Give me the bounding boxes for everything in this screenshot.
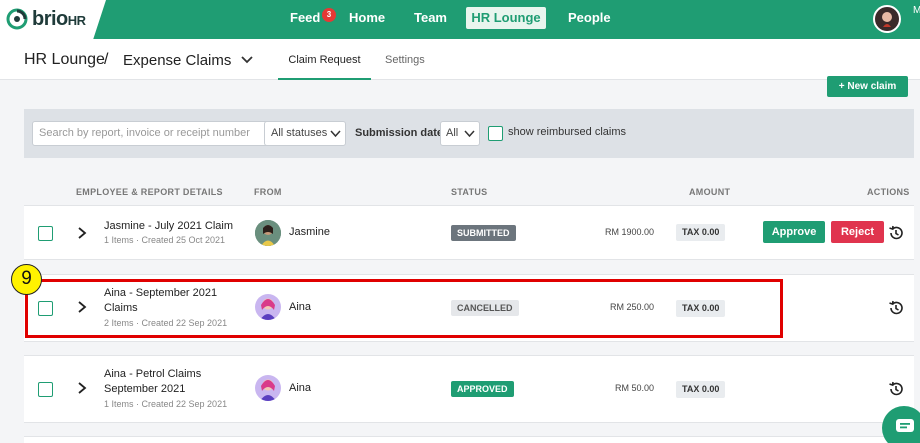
- chevron-down-icon: [330, 130, 341, 138]
- nav-team[interactable]: Team: [414, 10, 447, 25]
- avatar: [255, 220, 281, 246]
- nav-feed[interactable]: Feed: [290, 10, 320, 25]
- chevron-right-icon[interactable]: [76, 382, 88, 394]
- page-header: HR Lounge / Expense Claims Claim Request…: [0, 39, 920, 80]
- search-input[interactable]: Search by report, invoice or receipt num…: [32, 121, 280, 146]
- date-filter-value: All: [446, 127, 459, 139]
- reject-button[interactable]: Reject: [831, 221, 884, 243]
- history-icon[interactable]: [888, 225, 904, 241]
- row-checkbox[interactable]: [38, 226, 53, 241]
- new-claim-button[interactable]: + New claim: [827, 76, 908, 97]
- employee-photo-icon: [255, 220, 281, 246]
- step-number-badge: 9: [11, 264, 42, 295]
- logo[interactable]: brioHR: [0, 0, 106, 39]
- report-title: Aina - Petrol Claims: [104, 368, 202, 380]
- user-avatar-icon: [875, 7, 899, 31]
- nav-hr-lounge[interactable]: HR Lounge: [466, 7, 546, 29]
- tab-claim-request[interactable]: Claim Request: [278, 54, 371, 80]
- nav-people[interactable]: People: [568, 10, 611, 25]
- nav-home[interactable]: Home: [349, 10, 385, 25]
- status-filter-select[interactable]: All statuses: [264, 121, 346, 146]
- history-icon[interactable]: [888, 300, 904, 316]
- tab-settings[interactable]: Settings: [385, 54, 425, 66]
- claim-amount: RM 50.00: [614, 383, 654, 393]
- reimbursed-checkbox[interactable]: [488, 126, 503, 141]
- breadcrumb-section[interactable]: HR Lounge: [24, 51, 105, 69]
- column-header-actions: ACTIONS: [867, 187, 910, 197]
- table-row: [24, 436, 914, 443]
- user-avatar[interactable]: [873, 5, 901, 33]
- tax-badge: TAX 0.00: [676, 381, 726, 398]
- breadcrumb-separator: /: [104, 51, 109, 68]
- logo-text: brioHR: [32, 8, 86, 30]
- filter-bar: Search by report, invoice or receipt num…: [24, 109, 914, 158]
- report-meta: 1 Items · Created 25 Oct 2021: [104, 235, 226, 245]
- status-badge: SUBMITTED: [451, 225, 516, 241]
- report-title-continued: September 2021: [104, 383, 186, 395]
- table-row[interactable]: Aina - Petrol Claims September 2021 1 It…: [24, 355, 914, 423]
- table-row[interactable]: Jasmine - July 2021 Claim 1 Items · Crea…: [24, 205, 914, 260]
- employee-photo-icon: [255, 375, 281, 401]
- chat-icon: [896, 419, 914, 432]
- column-header-amount: AMOUNT: [689, 187, 731, 197]
- avatar: [255, 375, 281, 401]
- highlight-box: [25, 279, 783, 338]
- report-title: Jasmine - July 2021 Claim: [104, 220, 233, 232]
- page-title[interactable]: Expense Claims: [123, 52, 231, 69]
- status-filter-value: All statuses: [271, 127, 328, 139]
- chevron-down-icon: [464, 130, 475, 138]
- history-icon[interactable]: [888, 381, 904, 397]
- brio-logo-icon: [6, 8, 28, 30]
- report-meta: 1 Items · Created 22 Sep 2021: [104, 399, 228, 409]
- tax-badge: TAX 0.00: [676, 224, 726, 241]
- reimbursed-checkbox-label: show reimbursed claims: [508, 126, 626, 138]
- row-checkbox[interactable]: [38, 382, 53, 397]
- date-filter-select[interactable]: All: [440, 121, 480, 146]
- status-badge: APPROVED: [451, 381, 514, 397]
- claim-amount: RM 1900.00: [604, 227, 654, 237]
- column-header-from: FROM: [254, 187, 282, 197]
- approve-button[interactable]: Approve: [763, 221, 825, 243]
- employee-name: Jasmine: [289, 226, 330, 238]
- user-initial: M: [913, 5, 920, 16]
- chevron-right-icon[interactable]: [76, 227, 88, 239]
- column-header-details: EMPLOYEE & REPORT DETAILS: [76, 187, 223, 197]
- feed-notification-badge: 3: [322, 8, 336, 22]
- submission-date-label: Submission date: [355, 127, 444, 139]
- column-header-status: STATUS: [451, 187, 488, 197]
- chat-button[interactable]: [882, 406, 920, 443]
- chevron-down-icon[interactable]: [240, 52, 254, 66]
- top-navbar: brioHR Feed 3 Home Team HR Lounge People…: [0, 0, 920, 39]
- employee-name: Aina: [289, 382, 312, 394]
